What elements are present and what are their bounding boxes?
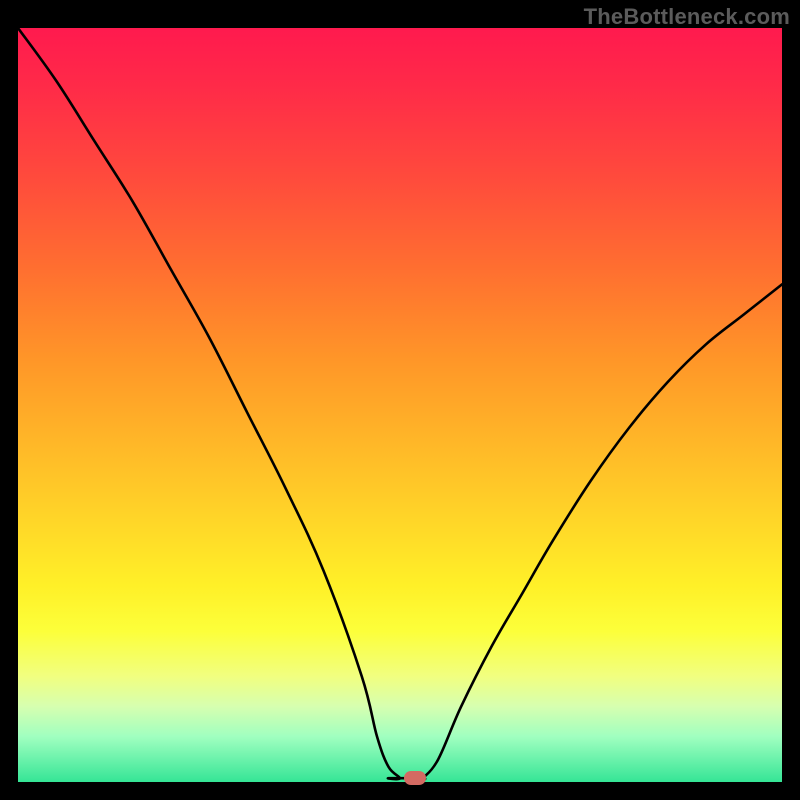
watermark-text: TheBottleneck.com [584,4,790,30]
bottleneck-curve [18,28,782,782]
minimum-marker [404,771,426,785]
chart-frame: TheBottleneck.com [0,0,800,800]
plot-area [18,28,782,782]
